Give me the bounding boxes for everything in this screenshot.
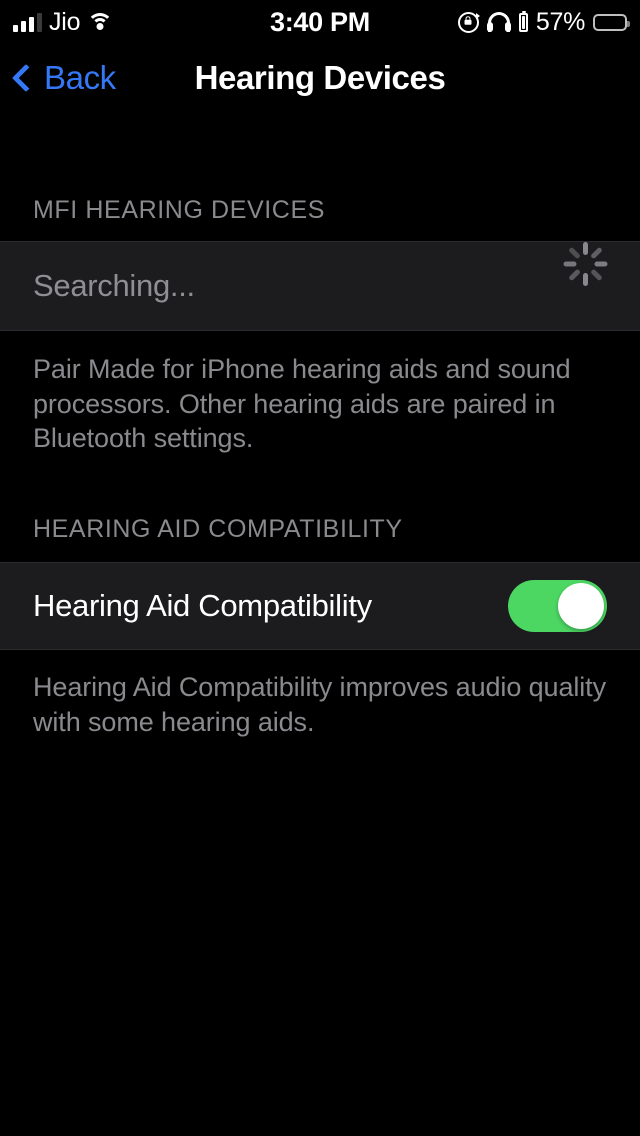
hearing-aid-compatibility-row[interactable]: Hearing Aid Compatibility (0, 562, 640, 650)
hearing-aid-compatibility-label: Hearing Aid Compatibility (33, 588, 372, 623)
clock-label: 3:40 PM (270, 6, 370, 37)
toggle-knob (558, 583, 604, 629)
battery-icon (593, 13, 630, 31)
battery-percent-label: 57% (535, 7, 585, 36)
status-bar-right: 57% (457, 0, 630, 44)
section-header-hearing-aid-compatibility: HEARING AID COMPATIBILITY (33, 515, 403, 543)
section-footer-hearing-aid-compatibility: Hearing Aid Compatibility improves audio… (33, 672, 606, 737)
navigation-bar: Back Hearing Devices (0, 44, 640, 112)
hearing-devices-screen: Jio 3:40 PM 57% Back Hearing Devices MFI… (0, 0, 640, 1136)
headphones-battery-icon (518, 10, 528, 32)
rotation-lock-icon (457, 11, 480, 33)
hearing-aid-compatibility-toggle[interactable] (508, 580, 607, 632)
status-bar: Jio 3:40 PM 57% (0, 0, 640, 44)
page-title: Hearing Devices (194, 59, 446, 96)
activity-spinner-icon (563, 242, 607, 308)
section-footer-mfi-hearing-devices: Pair Made for iPhone hearing aids and so… (33, 354, 571, 454)
headphones-icon (486, 12, 511, 32)
searching-label: Searching... (33, 268, 195, 303)
searching-row[interactable]: Searching... (0, 241, 640, 331)
section-header-mfi-hearing-devices: MFI HEARING DEVICES (33, 196, 325, 224)
